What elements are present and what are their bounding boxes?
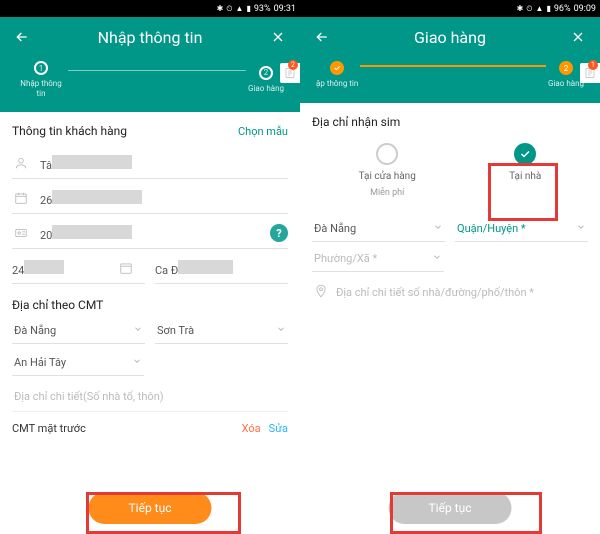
close-icon[interactable] [268,27,288,47]
battery-pct: 93% [254,4,271,14]
page-title: Nhập thông tin [32,28,268,47]
option-home[interactable]: Tại nhà [509,143,541,198]
address-detail-input[interactable]: Địa chỉ chi tiết(Số nhà tổ, thôn) [12,382,288,412]
page-title: Giao hàng [332,28,568,47]
edit-link[interactable]: Sửa [269,422,288,435]
clock: 09:31 [274,4,296,14]
continue-button[interactable]: Tiếp tục [89,492,212,524]
continue-button[interactable]: Tiếp tục [389,492,512,524]
choose-template-link[interactable]: Chọn mẫu [238,125,288,138]
sheet-badge: 1 [588,60,598,70]
header: Giao hàng 1 ập thông tin 2 Giao hàng [300,17,600,103]
radio-selected [514,143,536,165]
header: Nhập thông tin 2 1 Nhập thông tin 2 Giao… [0,17,300,112]
cmt-address-title: Địa chỉ theo CMT [12,298,288,312]
id-card-icon [12,224,30,242]
clock: 09:09 [574,4,596,14]
back-icon[interactable] [312,27,332,47]
address-detail-input[interactable]: Địa chỉ chi tiết số nhà/đường/phố/thôn * [312,276,588,309]
alarm-icon: ⏲ [226,4,232,14]
date2-field[interactable]: 24 [12,253,145,284]
step-line [68,70,246,72]
step-1: 1 Nhập thông tin [16,61,66,98]
delete-link[interactable]: Xóa [242,422,261,435]
vibrate-icon: ✱ [217,4,224,13]
status-bar: ✱ ⏲ ▲ ▮ 93% 09:31 [0,0,300,17]
screen-info: ✱ ⏲ ▲ ▮ 93% 09:31 Nhập thông tin 2 1 Nhậ… [0,0,300,534]
content: Địa chỉ nhận sim Tại cửa hàng Miễn phí T… [300,103,600,534]
ward-dropdown[interactable]: Phường/Xã * [312,246,444,272]
alarm-icon: ⏲ [526,4,532,14]
wifi-icon: ▲ [236,4,244,13]
option-store[interactable]: Tại cửa hàng Miễn phí [359,143,416,198]
help-icon[interactable]: ? [270,224,288,242]
calendar-icon [117,259,135,277]
person-icon [12,154,30,172]
section-title: Địa chỉ nhận sim [312,115,588,129]
redacted [24,260,64,274]
date-field[interactable]: 26 [12,183,288,214]
issuer-field[interactable]: Ca Đ [155,253,288,284]
name-field[interactable]: Tâ [12,148,288,179]
redacted [178,260,233,274]
step-2: 2 Giao hàng [248,66,284,94]
calendar-icon [12,189,30,207]
district-dropdown[interactable]: Quận/Huyện * [455,216,588,242]
id-field[interactable]: 20 ? [12,218,288,249]
ward-dropdown[interactable]: An Hải Tây [12,350,144,376]
radio-unselected [376,143,398,165]
close-icon[interactable] [568,27,588,47]
battery-pct: 96% [554,4,571,14]
step-dot-1: 1 [34,61,48,75]
step-1: ập thông tin [316,61,358,89]
screen-delivery: ✱ ⏲ ▲ ▮ 96% 09:09 Giao hàng 1 ập thông t… [300,0,600,534]
signal-icon: ▮ [546,4,550,13]
sheet-badge: 2 [288,60,298,70]
redacted [52,190,142,204]
district-dropdown[interactable]: Sơn Trà [155,318,288,344]
step-dot-2: 2 [559,61,573,75]
step-line [360,65,546,67]
location-pin-icon [314,284,328,301]
back-icon[interactable] [12,27,32,47]
content: Thông tin khách hàng Chọn mẫu Tâ 26 20 ?… [0,112,300,534]
city-dropdown[interactable]: Đà Nẵng [12,318,145,344]
section-title: Thông tin khách hàng [12,124,127,138]
wifi-icon: ▲ [536,4,544,13]
redacted [52,155,132,169]
step-2: 2 Giao hàng [548,61,584,89]
signal-icon: ▮ [246,4,250,13]
status-bar: ✱ ⏲ ▲ ▮ 96% 09:09 [300,0,600,17]
cmt-front-label: CMT mặt trước [12,422,86,435]
stepper: ập thông tin 2 Giao hàng [312,61,588,89]
step-dot-2: 2 [259,66,273,80]
city-dropdown[interactable]: Đà Nẵng [312,216,445,242]
step-dot-check [330,61,344,75]
redacted [52,225,132,239]
vibrate-icon: ✱ [517,4,524,13]
stepper: 1 Nhập thông tin 2 Giao hàng [12,61,288,98]
